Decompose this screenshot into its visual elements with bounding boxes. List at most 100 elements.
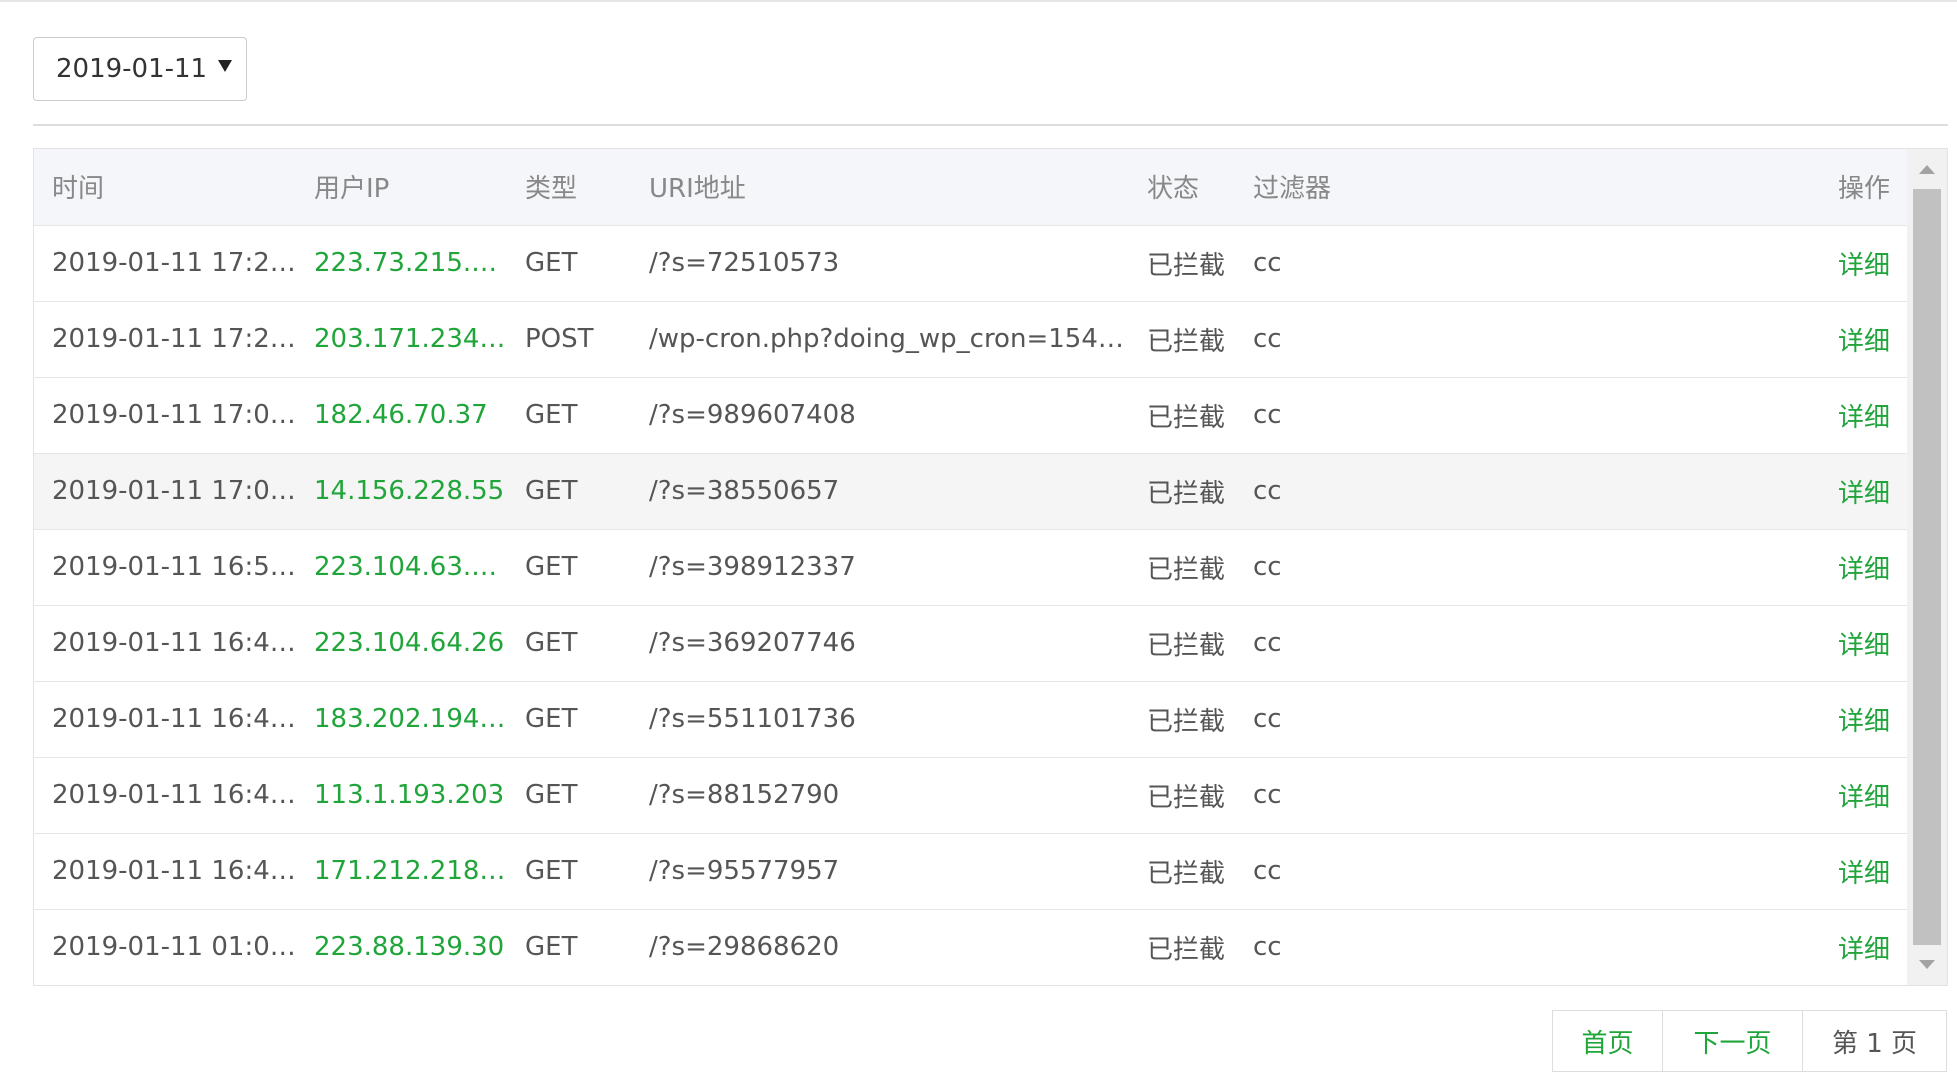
cell-ip: 223.88.139.30 (314, 932, 505, 963)
cell-status: 已拦截 (1147, 402, 1226, 433)
cell-ip: 223.104.63.255 (314, 552, 507, 582)
cell-status: 已拦截 (1147, 782, 1226, 813)
cell-time: 2019-01-11 16:40:53 (52, 780, 296, 810)
table-row: 2019-01-11 01:09:36 223.88.139.30 GET /?s=2… (34, 909, 1908, 985)
cell-method: GET (525, 932, 578, 963)
cell-ip: 113.1.193.203 (314, 780, 505, 810)
header-uri: URI地址 (631, 149, 1129, 226)
cell-time: 2019-01-11 16:40:51 (52, 856, 296, 886)
log-table: 时间 用户IP 类型 URI地址 状态 过滤器 操作 2019-01-11 17… (34, 149, 1908, 985)
table-row: 2019-01-11 17:29:52 223.73.215.178 GET /?s=… (34, 225, 1908, 301)
cell-time: 2019-01-11 16:40:53 (52, 704, 296, 734)
detail-link[interactable]: 详细 (1451, 453, 1908, 529)
log-table-container: 时间 用户IP 类型 URI地址 状态 过滤器 操作 2019-01-11 17… (33, 148, 1948, 986)
table-body: 2019-01-11 17:29:52 223.73.215.178 GET /?s=… (34, 225, 1908, 985)
cell-status: 已拦截 (1147, 326, 1226, 357)
cell-method: GET (525, 476, 578, 506)
table-row: 2019-01-11 16:40:54 223.104.64.26 GET /?s=3… (34, 605, 1908, 681)
table-row: 2019-01-11 16:40:51 171.212.218.64 GET /?s=… (34, 833, 1908, 909)
cell-method: GET (525, 552, 578, 582)
header-type: 类型 (507, 149, 631, 226)
cell-method: GET (525, 248, 578, 278)
table-row: 2019-01-11 16:40:53 183.202.194.58 GET /?s=… (34, 681, 1908, 757)
header-time: 时间 (34, 149, 296, 226)
cell-status: 已拦截 (1147, 250, 1226, 281)
table-row: 2019-01-11 17:21:07 203.171.234.117 POST/w… (34, 301, 1908, 377)
detail-link[interactable]: 详细 (1451, 529, 1908, 605)
table-row: 2019-01-11 17:02:22 182.46.70.37 GET /?s=98… (34, 377, 1908, 453)
cell-status: 已拦截 (1147, 630, 1226, 661)
scroll-up-arrow-icon[interactable] (1919, 165, 1935, 174)
cell-method: GET (525, 856, 578, 886)
cell-uri: /?s=88152790 (649, 780, 840, 810)
cell-ip: 223.73.215.178 (314, 248, 507, 278)
cell-method: GET (525, 628, 578, 658)
cell-ip: 182.46.70.37 (314, 400, 488, 430)
cell-ip: 171.212.218.64 (314, 856, 507, 886)
scroll-thumb[interactable] (1913, 189, 1941, 945)
header-status: 状态 (1129, 149, 1235, 226)
cell-time: 2019-01-11 17:02:22 (52, 400, 296, 430)
cell-status: 已拦截 (1147, 706, 1226, 737)
cell-filter: cc (1253, 780, 1282, 810)
cell-uri: /wp-cron.php?doing_wp_cron=154719846... (649, 324, 1129, 354)
cell-uri: /?s=38550657 (649, 476, 840, 506)
cell-filter: cc (1253, 476, 1282, 506)
cell-filter: cc (1253, 400, 1282, 430)
cell-uri: /?s=29868620 (649, 932, 840, 963)
detail-link[interactable]: 详细 (1451, 681, 1908, 757)
cell-time: 2019-01-11 16:54:22 (52, 552, 296, 582)
cell-time: 2019-01-11 16:40:54 (52, 628, 296, 658)
top-border (0, 0, 1957, 2)
cell-ip: 203.171.234.117 (314, 324, 507, 354)
table-row: 2019-01-11 16:54:22 223.104.63.255 GET /?s=… (34, 529, 1908, 605)
table-row: 2019-01-11 16:40:53 113.1.193.203 GET /?s=8… (34, 757, 1908, 833)
cell-filter: cc (1253, 856, 1282, 886)
detail-link[interactable]: 详细 (1451, 757, 1908, 833)
cell-ip: 14.156.228.55 (314, 476, 505, 506)
page-indicator: 第 1 页 (1802, 1011, 1946, 1071)
cell-time: 2019-01-11 01:09:36 (52, 932, 296, 963)
cell-time: 2019-01-11 17:29:52 (52, 248, 296, 278)
cell-filter: cc (1253, 248, 1282, 278)
page: 2019-01-11 时间 用户IP 类型 URI地址 状态 过滤器 操作 20… (0, 0, 1957, 1090)
cell-uri: /?s=369207746 (649, 628, 856, 658)
cell-time: 2019-01-11 17:02:19 (52, 476, 296, 506)
vertical-scrollbar[interactable] (1907, 149, 1947, 985)
detail-link[interactable]: 详细 (1451, 605, 1908, 681)
table-row: 2019-01-11 17:02:19 14.156.228.55 GET /?s=3… (34, 453, 1908, 529)
header-action: 操作 (1451, 149, 1908, 226)
cell-method: POST (525, 324, 594, 354)
cell-uri: /?s=398912337 (649, 552, 856, 582)
detail-link[interactable]: 详细 (1451, 377, 1908, 453)
cell-uri: /?s=95577957 (649, 856, 840, 886)
first-page-button[interactable]: 首页 (1553, 1011, 1662, 1071)
cell-uri: /?s=72510573 (649, 248, 840, 278)
cell-filter: cc (1253, 704, 1282, 734)
pagination: 首页 下一页 第 1 页 (1552, 1010, 1947, 1072)
cell-status: 已拦截 (1147, 934, 1226, 965)
caret-down-icon (218, 60, 232, 72)
cell-ip: 183.202.194.58 (314, 704, 507, 734)
detail-link[interactable]: 详细 (1451, 225, 1908, 301)
cell-filter: cc (1253, 628, 1282, 658)
divider (33, 124, 1948, 126)
table-header-row: 时间 用户IP 类型 URI地址 状态 过滤器 操作 (34, 149, 1908, 226)
cell-status: 已拦截 (1147, 478, 1226, 509)
date-select[interactable]: 2019-01-11 (33, 37, 247, 101)
scroll-down-arrow-icon[interactable] (1919, 960, 1935, 969)
cell-time: 2019-01-11 17:21:07 (52, 324, 296, 354)
cell-method: GET (525, 780, 578, 810)
header-filter: 过滤器 (1235, 149, 1451, 226)
next-page-button[interactable]: 下一页 (1662, 1011, 1802, 1071)
cell-filter: cc (1253, 324, 1282, 354)
cell-uri: /?s=551101736 (649, 704, 856, 734)
cell-status: 已拦截 (1147, 858, 1226, 889)
detail-link[interactable]: 详细 (1451, 301, 1908, 377)
cell-filter: cc (1253, 932, 1282, 963)
detail-link[interactable]: 详细 (1451, 909, 1908, 985)
date-select-value: 2019-01-11 (56, 54, 208, 84)
cell-status: 已拦截 (1147, 554, 1226, 585)
header-ip: 用户IP (296, 149, 507, 226)
detail-link[interactable]: 详细 (1451, 833, 1908, 909)
